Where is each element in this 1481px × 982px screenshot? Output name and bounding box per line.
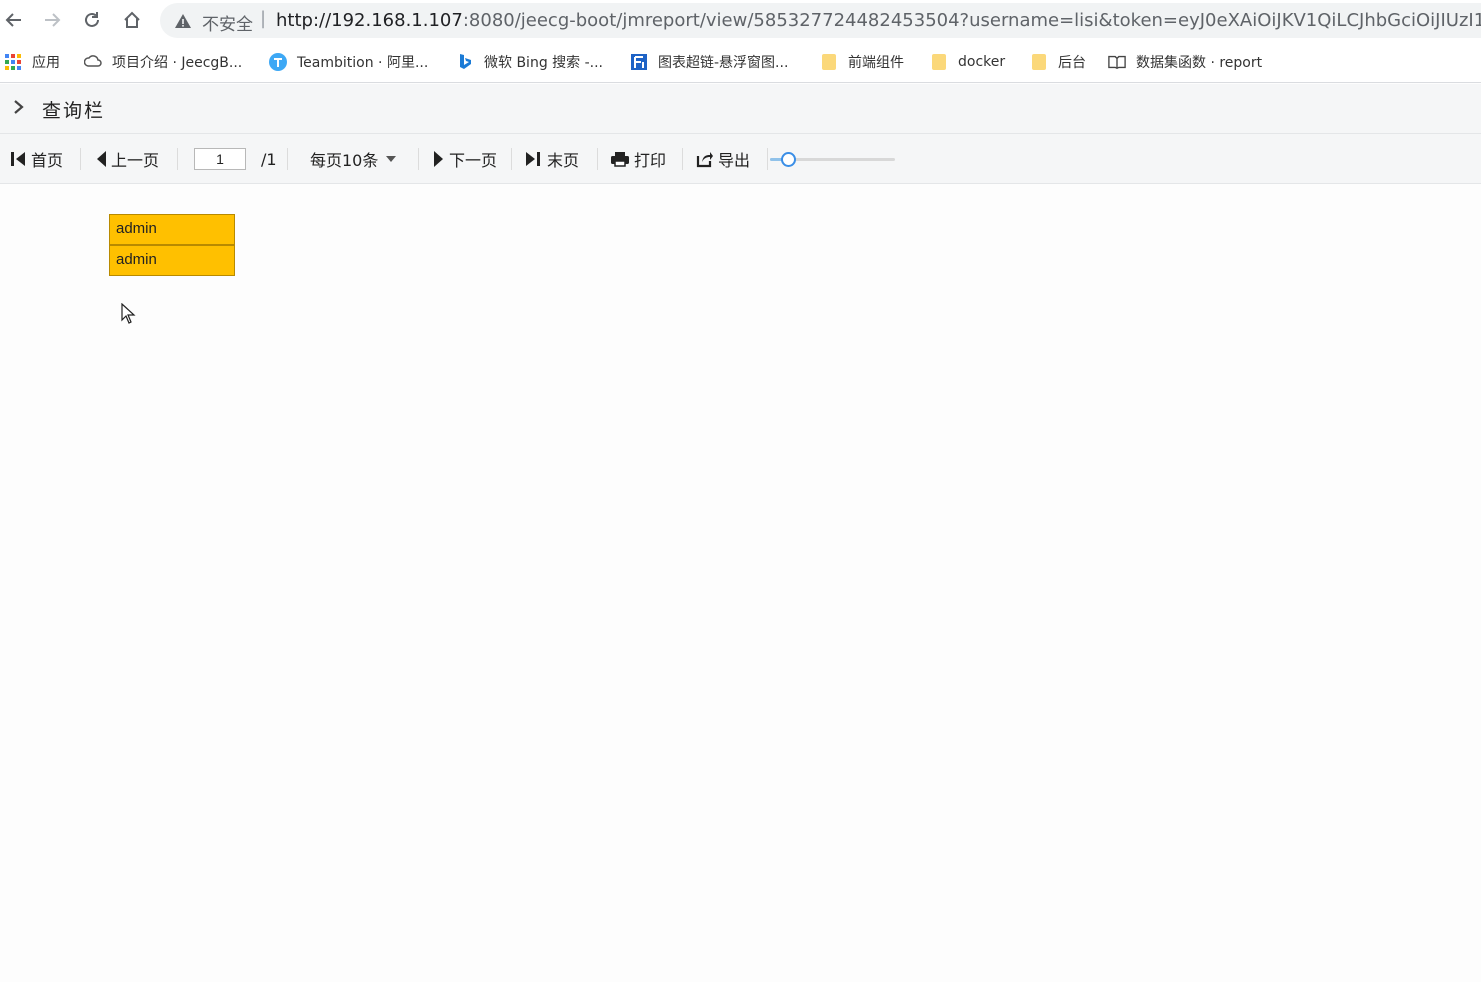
prev-page-button[interactable]: 上一页 xyxy=(95,148,159,170)
book-icon xyxy=(1108,53,1126,71)
last-page-button[interactable]: 末页 xyxy=(525,148,579,170)
page-size-label: 每页10条 xyxy=(310,151,379,170)
folder-icon xyxy=(820,53,838,71)
bookmark-label: docker xyxy=(958,54,1006,70)
bookmark-chart-link[interactable]: 图表超链-悬浮窗图... xyxy=(630,51,788,73)
arrow-left-icon xyxy=(5,13,21,27)
export-button[interactable]: 导出 xyxy=(696,148,750,170)
home-button[interactable] xyxy=(118,6,146,34)
warning-icon xyxy=(175,14,191,28)
url-host: http://192.168.1.107 xyxy=(276,10,463,31)
bookmark-bing[interactable]: 微软 Bing 搜索 -... xyxy=(456,51,603,73)
caret-right-icon xyxy=(434,151,443,167)
printer-icon xyxy=(611,152,629,167)
toolbar-divider xyxy=(418,148,419,170)
url-path: :8080/jeecg-boot/jmreport/view/585327724… xyxy=(462,10,1481,31)
export-icon xyxy=(696,152,713,168)
last-page-icon xyxy=(526,152,540,166)
page-number-input[interactable] xyxy=(194,148,246,170)
arrow-right-icon xyxy=(45,13,61,27)
bookmark-dataset-functions[interactable]: 数据集函数 · report xyxy=(1108,51,1262,73)
first-page-icon xyxy=(11,152,25,166)
bookmark-folder-frontend[interactable]: 前端组件 xyxy=(820,51,904,73)
folder-icon xyxy=(1030,53,1048,71)
toolbar-divider xyxy=(80,148,81,170)
page-size-select[interactable]: 每页10条 xyxy=(310,148,402,170)
query-bar[interactable]: 查询栏 xyxy=(0,84,1481,134)
bookmark-folder-backend[interactable]: 后台 xyxy=(1030,51,1086,73)
caret-down-icon xyxy=(386,156,397,162)
bookmark-jeecg[interactable]: 项目介绍 · JeecgB... xyxy=(84,51,242,73)
bookmark-label: 应用 xyxy=(32,55,60,71)
bookmark-label: 项目介绍 · JeecgB... xyxy=(112,55,243,71)
first-page-button[interactable]: 首页 xyxy=(9,148,63,170)
query-bar-title: 查询栏 xyxy=(42,100,106,122)
url-separator: | xyxy=(260,8,267,29)
toolbar-divider xyxy=(287,148,288,170)
url-text[interactable]: http://192.168.1.107:8080/jeecg-boot/jmr… xyxy=(276,10,1481,31)
first-page-label: 首页 xyxy=(31,151,64,170)
last-page-label: 末页 xyxy=(547,151,580,170)
bookmark-teambition[interactable]: Teambition · 阿里... xyxy=(269,51,428,73)
zoom-slider-handle[interactable] xyxy=(781,152,796,167)
mouse-cursor-icon xyxy=(121,303,136,324)
next-page-button[interactable]: 下一页 xyxy=(433,148,497,170)
reload-button[interactable] xyxy=(78,6,106,34)
reload-icon xyxy=(85,12,99,27)
back-button[interactable] xyxy=(0,6,28,34)
caret-left-icon xyxy=(97,151,106,167)
print-label: 打印 xyxy=(634,151,667,170)
chevron-right-icon[interactable] xyxy=(10,97,28,117)
toolbar-divider xyxy=(597,148,598,170)
apps-grid-icon xyxy=(4,53,22,71)
report-cell[interactable]: admin xyxy=(109,214,235,245)
folder-icon xyxy=(930,53,948,71)
toolbar-divider xyxy=(177,148,178,170)
home-icon xyxy=(124,11,140,28)
bookmark-label: 图表超链-悬浮窗图... xyxy=(658,55,789,71)
report-logo-icon xyxy=(630,53,648,71)
teambition-icon xyxy=(269,53,287,71)
cloud-icon xyxy=(84,53,102,71)
toolbar-divider xyxy=(682,148,683,170)
print-button[interactable]: 打印 xyxy=(610,148,666,170)
bookmarks-bar: 应用 项目介绍 · JeecgB... Teambition · 阿里... 微… xyxy=(0,41,1481,83)
bookmark-label: Teambition · 阿里... xyxy=(297,55,429,71)
next-page-label: 下一页 xyxy=(449,151,498,170)
report-cell[interactable]: admin xyxy=(109,245,235,276)
export-label: 导出 xyxy=(718,151,751,170)
address-bar[interactable]: 不安全 | http://192.168.1.107:8080/jeecg-bo… xyxy=(160,3,1481,38)
toolbar-divider xyxy=(767,148,768,170)
total-pages: /1 xyxy=(261,149,277,169)
bookmark-folder-docker[interactable]: docker xyxy=(930,51,1005,73)
security-label[interactable]: 不安全 xyxy=(202,10,253,35)
bookmark-label: 数据集函数 · report xyxy=(1136,55,1263,71)
bookmark-label: 后台 xyxy=(1058,55,1086,71)
bookmark-apps[interactable]: 应用 xyxy=(4,51,60,73)
toolbar-divider xyxy=(511,148,512,170)
forward-button[interactable] xyxy=(38,6,66,34)
bing-icon xyxy=(456,53,474,71)
bookmark-label: 微软 Bing 搜索 -... xyxy=(484,55,604,71)
bookmark-label: 前端组件 xyxy=(848,55,904,71)
browser-nav-bar: 不安全 | http://192.168.1.107:8080/jeecg-bo… xyxy=(0,0,1481,41)
prev-page-label: 上一页 xyxy=(111,151,160,170)
